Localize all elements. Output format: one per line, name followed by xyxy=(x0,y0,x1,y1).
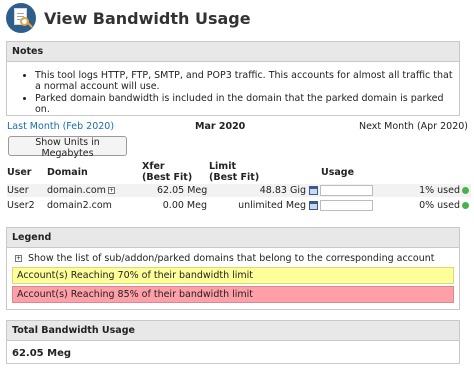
notes-heading: Notes xyxy=(7,42,459,62)
current-month-label: Mar 2020 xyxy=(195,121,246,132)
calendar-icon[interactable] xyxy=(309,186,318,195)
note-item: This tool logs HTTP, FTP, SMTP, and POP3… xyxy=(35,70,459,92)
row-usage: 1% used xyxy=(397,185,469,196)
page-header: View Bandwidth Usage xyxy=(6,3,251,33)
row-user: User xyxy=(7,185,29,196)
bandwidth-app-icon xyxy=(6,3,36,33)
row-limit: 48.83 Gig xyxy=(259,185,306,196)
column-header-limit: Limit xyxy=(209,161,237,172)
column-header-xfer-sub: (Best Fit) xyxy=(142,172,193,183)
column-header-domain: Domain xyxy=(47,167,88,178)
row-domain-text: domain2.com xyxy=(47,200,112,211)
notes-panel: Notes This tool logs HTTP, FTP, SMTP, an… xyxy=(6,41,460,116)
column-header-xfer: Xfer xyxy=(142,161,165,172)
column-header-limit-sub: (Best Fit) xyxy=(209,172,260,183)
row-xfer: 62.05 Meg xyxy=(157,185,208,196)
table-row: User domain.com + 62.05 Meg 48.83 Gig 1% … xyxy=(7,184,471,197)
row-domain-text: domain.com xyxy=(47,185,106,196)
legend-warning-85: Account(s) Reaching 85% of their bandwid… xyxy=(12,286,454,303)
notes-list: This tool logs HTTP, FTP, SMTP, and POP3… xyxy=(7,70,459,115)
column-header-user: User xyxy=(7,167,32,178)
row-usage-text: 0% used xyxy=(419,200,460,211)
total-bandwidth-panel: Total Bandwidth Usage 62.05 Meg xyxy=(6,320,460,364)
expand-plus-icon: + xyxy=(15,255,22,262)
row-limit: unlimited Meg xyxy=(238,200,306,211)
legend-subdomains-text: Show the list of sub/addon/parked domain… xyxy=(28,253,435,264)
total-value: 62.05 Meg xyxy=(12,348,72,359)
usage-bar xyxy=(320,185,373,196)
page-title: View Bandwidth Usage xyxy=(44,8,251,28)
usage-bar xyxy=(320,200,373,211)
note-item: Parked domain bandwidth is included in t… xyxy=(35,93,459,115)
legend-panel: Legend + Show the list of sub/addon/parke… xyxy=(6,227,460,310)
row-usage: 0% used xyxy=(397,200,469,211)
status-ok-icon xyxy=(462,202,469,209)
show-units-megabytes-button[interactable]: Show Units in Megabytes xyxy=(8,136,127,159)
previous-month-link[interactable]: Last Month (Feb 2020) xyxy=(7,121,114,132)
total-heading: Total Bandwidth Usage xyxy=(7,321,459,341)
row-user: User2 xyxy=(7,200,35,211)
legend-heading: Legend xyxy=(7,228,459,248)
status-ok-icon xyxy=(462,187,469,194)
legend-subdomains: + Show the list of sub/addon/parked domai… xyxy=(15,253,435,264)
calendar-icon[interactable] xyxy=(309,201,318,210)
row-domain: domain.com + xyxy=(47,185,115,196)
month-navigation: Last Month (Feb 2020) Mar 2020 Next Mont… xyxy=(7,121,471,133)
table-row: User2 domain2.com 0.00 Meg unlimited Meg… xyxy=(7,199,471,212)
next-month-label[interactable]: Next Month (Apr 2020) xyxy=(359,121,468,132)
column-header-usage: Usage xyxy=(321,167,355,178)
legend-warning-70: Account(s) Reaching 70% of their bandwid… xyxy=(12,267,454,284)
expand-plus-icon[interactable]: + xyxy=(107,187,115,194)
row-xfer: 0.00 Meg xyxy=(162,200,207,211)
row-usage-text: 1% used xyxy=(419,185,460,196)
